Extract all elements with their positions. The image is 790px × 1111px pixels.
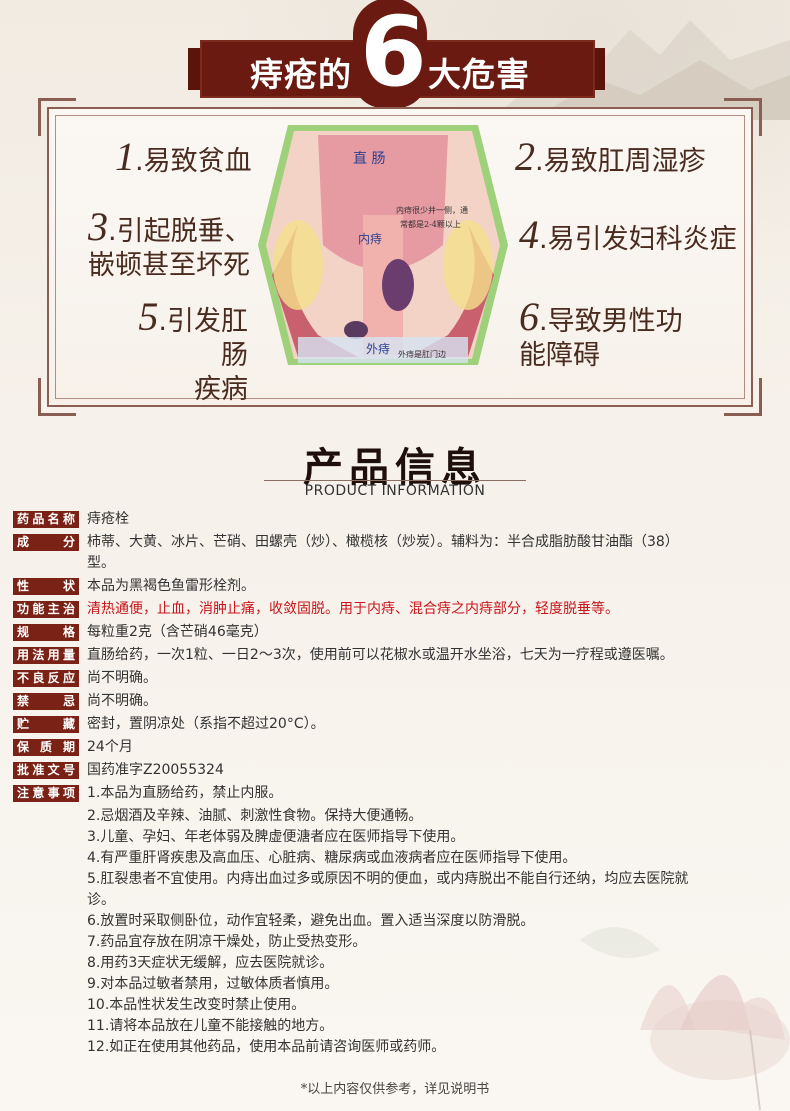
- spec-label: 用法用量: [13, 647, 79, 664]
- precautions-list: 2.忌烟酒及辛辣、油腻、刺激性食物。保持大便通畅。 3.儿童、孕妇、年老体弱及脾…: [13, 806, 773, 1058]
- spec-label: 规格: [13, 624, 79, 641]
- spec-row: 保质期 24个月: [13, 737, 773, 758]
- harm-text-line2: 疾病: [194, 374, 248, 405]
- spec-value: 直肠给药，一次1粒、一日2～3次，使用前可以花椒水或温开水坐浴，七天为一疗程或遵…: [87, 647, 674, 663]
- product-info-divider: [264, 480, 526, 481]
- frame-corner: [38, 378, 76, 416]
- precaution-item: 2.忌烟酒及辛辣、油腻、刺激性食物。保持大便通畅。: [87, 808, 423, 824]
- footnote: *以上内容仅供参考，详见说明书: [300, 1082, 490, 1097]
- precaution-item: 4.有严重肝肾疾患及高血压、心脏病、糖尿病或血液病者应在医师指导下使用。: [87, 850, 577, 866]
- precaution-item: 7.药品宜存放在阴凉干燥处，防止受热变形。: [87, 934, 367, 950]
- precaution-item: 11.请将本品放在儿童不能接触的地方。: [87, 1018, 334, 1034]
- spec-value: 国药准字Z20055324: [87, 762, 224, 778]
- spec-row: 用法用量 直肠给药，一次1粒、一日2～3次，使用前可以花椒水或温开水坐浴，七天为…: [13, 645, 773, 666]
- frame-corner: [724, 98, 762, 136]
- spec-label: 不良反应: [13, 670, 79, 687]
- anatomy-note: 外痔是肛门边: [398, 349, 446, 359]
- harm-text-line2: 嵌顿甚至坏死: [88, 250, 250, 281]
- harm-number: 5: [138, 294, 159, 339]
- harm-number: 2: [515, 134, 535, 179]
- spec-row: 性状 本品为黑褐色鱼雷形栓剂。: [13, 576, 773, 597]
- anatomy-note: 常都是2-4颗以上: [400, 220, 461, 229]
- spec-label: 注意事项: [13, 785, 79, 802]
- precaution-item: 3.儿童、孕妇、年老体弱及脾虚便溏者应在医师指导下使用。: [87, 829, 465, 845]
- label-external: 外痔: [366, 341, 390, 356]
- spec-value: 本品为黑褐色鱼雷形栓剂。: [87, 578, 255, 594]
- harm-number: 3: [88, 204, 108, 249]
- frame-corner: [724, 378, 762, 416]
- spec-value: 柿蒂、大黄、冰片、芒硝、田螺壳（炒）、橄榄核（炒炭）。辅料为：半合成脂肪酸甘油酯…: [87, 532, 773, 574]
- spec-row: 药品名称 痔疮栓: [13, 509, 773, 530]
- spec-row: 成分 柿蒂、大黄、冰片、芒硝、田螺壳（炒）、橄榄核（炒炭）。辅料为：半合成脂肪酸…: [13, 532, 773, 574]
- spec-row: 注意事项 1.本品为直肠给药，禁止内服。: [13, 783, 773, 804]
- harm-number: 4: [519, 212, 539, 257]
- spec-label: 禁忌: [13, 693, 79, 710]
- precaution-item: 6.放置时采取侧卧位，动作宜轻柔，避免出血。置入适当深度以防滑脱。: [87, 913, 535, 929]
- harm-text: 易致贫血: [143, 146, 252, 177]
- banner-title-part2: 大危害: [428, 55, 530, 94]
- spec-value: 痔疮栓: [87, 511, 129, 527]
- spec-label: 贮藏: [13, 716, 79, 733]
- harm-item-6: 6.导致男性功 能障碍: [519, 294, 683, 372]
- spec-label: 性状: [13, 578, 79, 595]
- spec-value-line2: 型。: [87, 555, 115, 571]
- spec-table: 药品名称 痔疮栓 成分 柿蒂、大黄、冰片、芒硝、田螺壳（炒）、橄榄核（炒炭）。辅…: [13, 509, 773, 1058]
- spec-value: 24个月: [87, 739, 133, 755]
- spec-row: 贮藏 密封，置阴凉处（系指不超过20°C）。: [13, 714, 773, 735]
- harm-item-5: 5.引发肛肠 疾病: [138, 294, 248, 406]
- spec-label: 功能主治: [13, 601, 79, 618]
- precaution-item: 12.如正在使用其他药品，使用本品前请咨询医师或药师。: [87, 1039, 446, 1055]
- harm-text: 易引发妇科炎症: [547, 224, 737, 255]
- spec-row: 规格 每粒重2克（含芒硝46毫克）: [13, 622, 773, 643]
- harm-item-1: 1.易致贫血: [115, 134, 252, 179]
- spec-label: 药品名称: [13, 511, 79, 528]
- product-info-subtitle: PRODUCT INFORMATION: [304, 483, 486, 499]
- harm-text: 引起脱垂、: [116, 216, 252, 247]
- frame-corner: [38, 98, 76, 136]
- spec-row: 批准文号 国药准字Z20055324: [13, 760, 773, 781]
- spec-row: 禁忌 尚不明确。: [13, 691, 773, 712]
- spec-row: 功能主治 清热通便，止血，消肿止痛，收敛固脱。用于内痔、混合痔之内痔部分，轻度脱…: [13, 599, 773, 620]
- precaution-item: 9.对本品过敏者禁用，过敏体质者慎用。: [87, 976, 339, 992]
- precaution-item: 10.本品性状发生改变时禁止使用。: [87, 997, 306, 1013]
- spec-value: 每粒重2克（含芒硝46毫克）: [87, 624, 268, 640]
- harm-number: 1: [115, 134, 135, 179]
- spec-value: 尚不明确。: [87, 670, 157, 686]
- precaution-item: 诊。: [87, 892, 115, 908]
- harm-text: 导致男性功: [547, 306, 683, 337]
- spec-value: 尚不明确。: [87, 693, 157, 709]
- spec-value: 密封，置阴凉处（系指不超过20°C）。: [87, 716, 325, 732]
- label-internal: 内痔: [358, 231, 382, 246]
- harm-item-2: 2.易致肛周湿疹: [515, 134, 706, 179]
- banner-title-part1: 痔疮的: [250, 55, 352, 94]
- harm-text: 易致肛周湿疹: [543, 146, 706, 177]
- banner-big-number: 6: [360, 0, 427, 108]
- harm-number: 6: [519, 294, 539, 339]
- anatomy-note: 内痔很少并一侧，通: [396, 205, 468, 215]
- precaution-item: 5.肛裂患者不宜使用。内痔出血过多或原因不明的便血，或内痔脱出不能自行还纳，均应…: [87, 871, 689, 887]
- harm-item-4: 4.易引发妇科炎症: [519, 212, 737, 257]
- harm-item-3: 3.引起脱垂、 嵌顿甚至坏死: [88, 204, 252, 282]
- harm-text-line2: 能障碍: [519, 340, 600, 371]
- spec-row: 不良反应 尚不明确。: [13, 668, 773, 689]
- harm-text: 引发肛肠: [167, 306, 248, 371]
- spec-value: 1.本品为直肠给药，禁止内服。: [87, 785, 283, 801]
- spec-value-highlight: 清热通便，止血，消肿止痛，收敛固脱。用于内痔、混合痔之内痔部分，轻度脱垂等。: [87, 601, 619, 617]
- spec-label: 批准文号: [13, 762, 79, 779]
- spec-label: 保质期: [13, 739, 79, 756]
- precaution-item: 8.用药3天症状无缓解，应去医院就诊。: [87, 955, 334, 971]
- label-rectum: 直 肠: [353, 150, 385, 167]
- spec-label: 成分: [13, 534, 79, 551]
- anatomy-illustration: 直 肠 内痔 外痔 内痔很少并一侧，通 常都是2-4颗以上 外痔是肛门边: [258, 125, 508, 365]
- spec-value-line: 柿蒂、大黄、冰片、芒硝、田螺壳（炒）、橄榄核（炒炭）。辅料为：半合成脂肪酸甘油酯…: [87, 534, 679, 550]
